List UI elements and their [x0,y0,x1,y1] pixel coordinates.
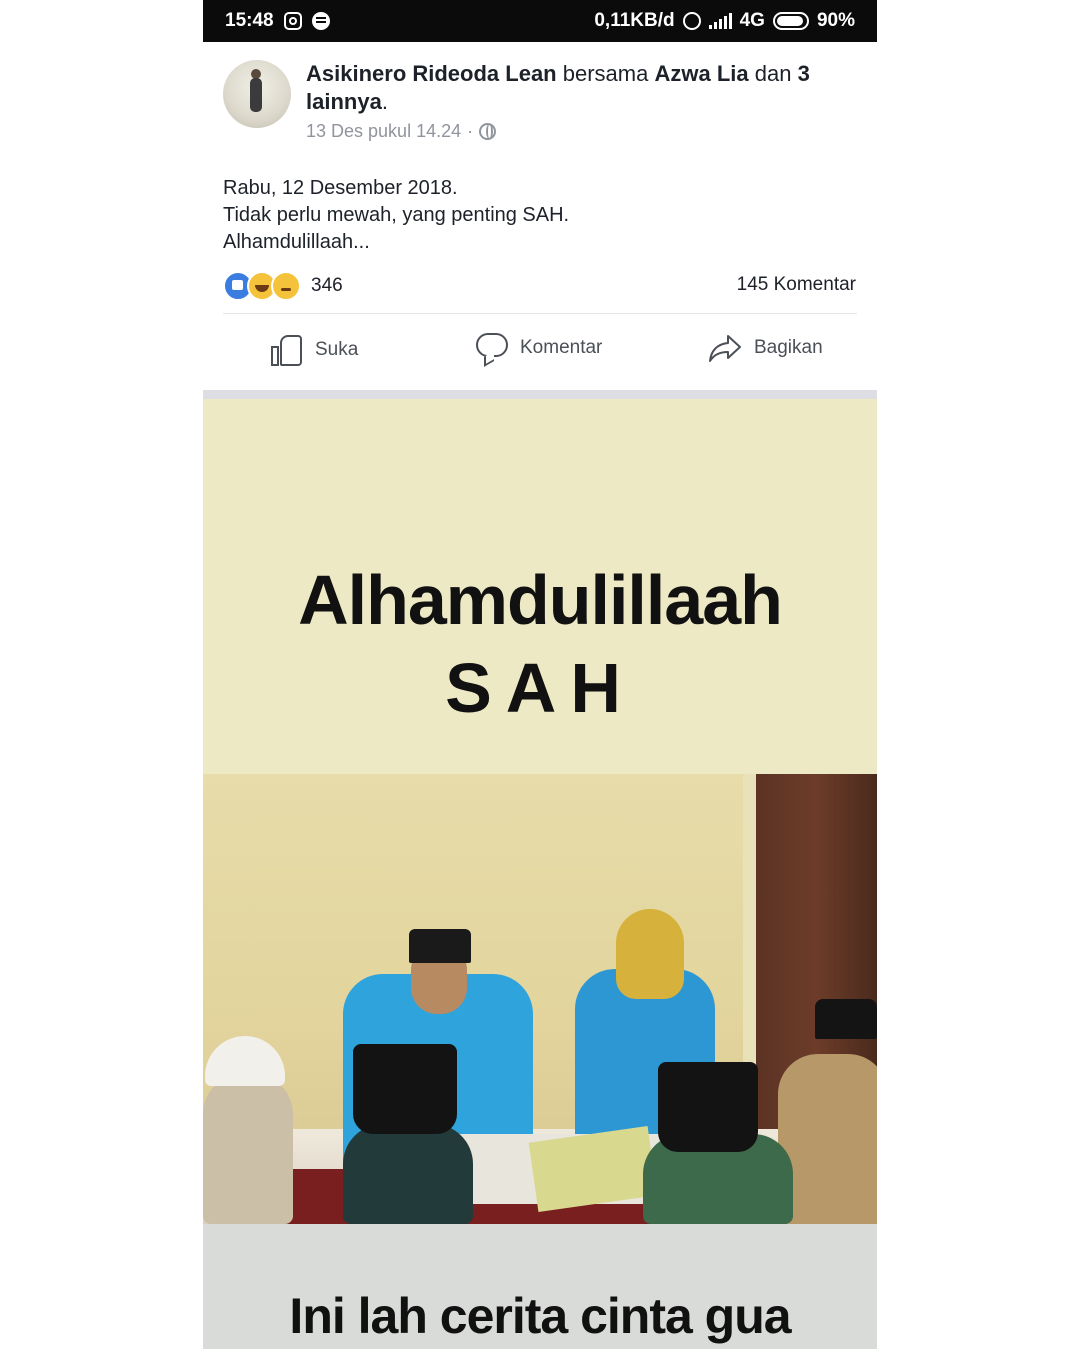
like-button[interactable]: Suka [271,333,358,367]
divider [223,313,857,314]
avatar[interactable] [223,60,291,128]
image-subtitle: SAH [445,649,635,727]
image-caption: Ini lah cerita cinta gua [289,1288,791,1344]
author-period: . [381,89,388,114]
battery-level: 90% [816,10,855,31]
share-button[interactable]: Bagikan [708,333,823,363]
share-arrow-icon [709,335,741,362]
comment-count[interactable]: 145 Komentar [737,274,856,296]
reactions-summary[interactable]: 346 [223,271,343,301]
separator-bar [203,390,877,399]
and-word: dan [754,61,792,86]
comment-bubble-icon [476,333,508,363]
comment-label: Komentar [520,337,603,358]
instagram-icon [283,12,302,30]
clock: 15:48 [225,10,274,31]
signal-icon [708,13,732,29]
thumbs-up-icon [271,333,303,367]
battery-icon [772,12,809,30]
author-name[interactable]: Asikinero Rideoda Lean [306,61,557,86]
net-speed: 0,11KB/d [594,10,675,31]
share-label: Bagikan [754,337,823,358]
post-line: Tidak perlu mewah, yang penting SAH. [223,204,570,226]
phone-screen: 15:48 0,11KB/d 4G 90% Asikinero Rideoda … [203,0,877,1349]
with-word: bersama [562,61,649,86]
tagged-name[interactable]: Azwa Lia [654,61,748,86]
comment-button[interactable]: Komentar [476,333,602,363]
sad-reaction-icon [271,271,301,301]
status-bar: 15:48 0,11KB/d 4G 90% [203,0,877,42]
post-author-line: Asikinero Rideoda Lean bersama Azwa Lia … [306,60,846,116]
post-text: Rabu, 12 Desember 2018. Tidak perlu mewa… [223,175,569,256]
post-meta: 13 Des pukul 14.24 · [306,121,497,142]
spotify-icon [311,12,330,30]
meta-separator: · [467,121,474,141]
image-title: Alhamdulillaah [298,561,783,639]
globe-icon [479,123,497,140]
post-line: Rabu, 12 Desember 2018. [223,177,458,199]
post-line: Alhamdulillaah... [223,231,370,253]
network-type: 4G [739,10,765,31]
post-timestamp[interactable]: 13 Des pukul 14.24 [306,121,461,142]
like-label: Suka [315,339,359,360]
alarm-icon [682,12,701,30]
wedding-photo[interactable] [203,774,877,1224]
reaction-count: 346 [311,275,343,296]
